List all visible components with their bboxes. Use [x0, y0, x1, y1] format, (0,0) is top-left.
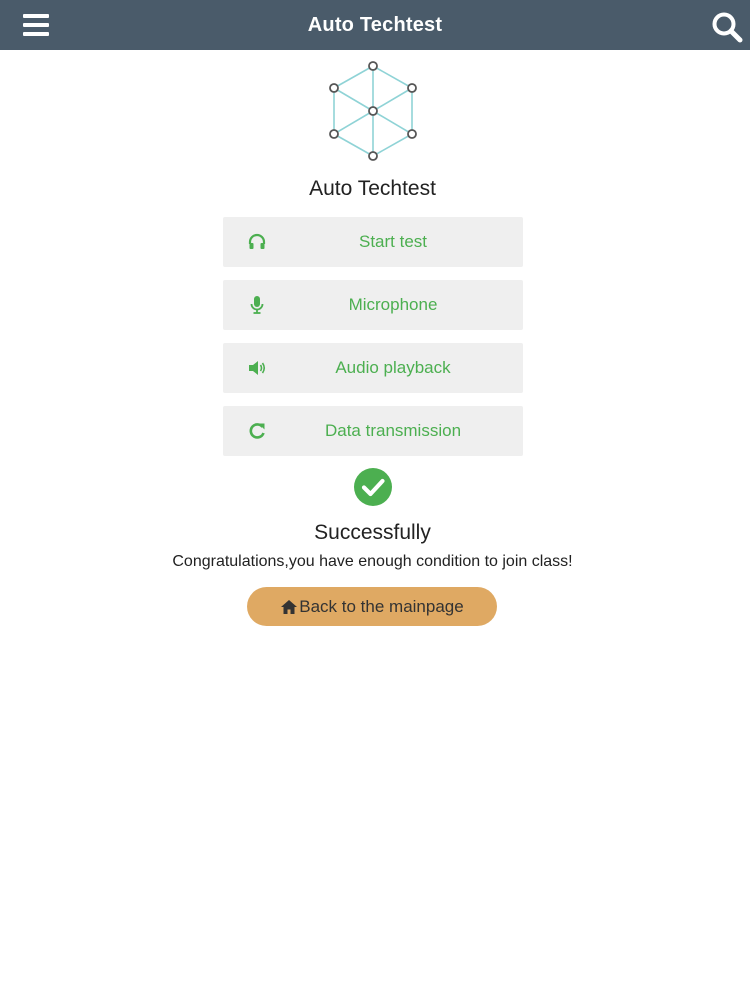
data-transmission-test-button[interactable]: Data transmission — [223, 406, 523, 456]
home-icon — [281, 599, 298, 614]
result-title: Successfully — [314, 521, 431, 544]
start-test-button[interactable]: Start test — [223, 217, 523, 267]
menu-button[interactable] — [20, 12, 52, 38]
search-button[interactable] — [710, 10, 744, 44]
page-title: Auto Techtest — [309, 177, 436, 200]
start-test-label: Start test — [358, 232, 428, 251]
hamburger-menu-icon-line — [23, 23, 49, 27]
app-title: Auto Techtest — [307, 13, 443, 36]
check-circle-icon — [354, 468, 392, 506]
search-icon — [712, 12, 743, 43]
result-message: Congratulations,you have enough conditio… — [172, 553, 573, 570]
hamburger-menu-icon — [23, 14, 49, 18]
audio-playback-test-button[interactable]: Audio playback — [223, 343, 523, 393]
microphone-label: Microphone — [348, 295, 438, 314]
hamburger-menu-icon-line — [23, 32, 49, 36]
microphone-test-button[interactable]: Microphone — [223, 280, 523, 330]
network-cube-logo — [329, 61, 417, 161]
top-app-bar: Auto Techtest — [0, 0, 750, 50]
audio-playback-label: Audio playback — [335, 358, 451, 377]
back-to-mainpage-button[interactable]: Back to the mainpage — [247, 587, 497, 626]
back-to-mainpage-label: Back to the mainpage — [299, 596, 464, 616]
data-transmission-label: Data transmission — [324, 421, 462, 440]
